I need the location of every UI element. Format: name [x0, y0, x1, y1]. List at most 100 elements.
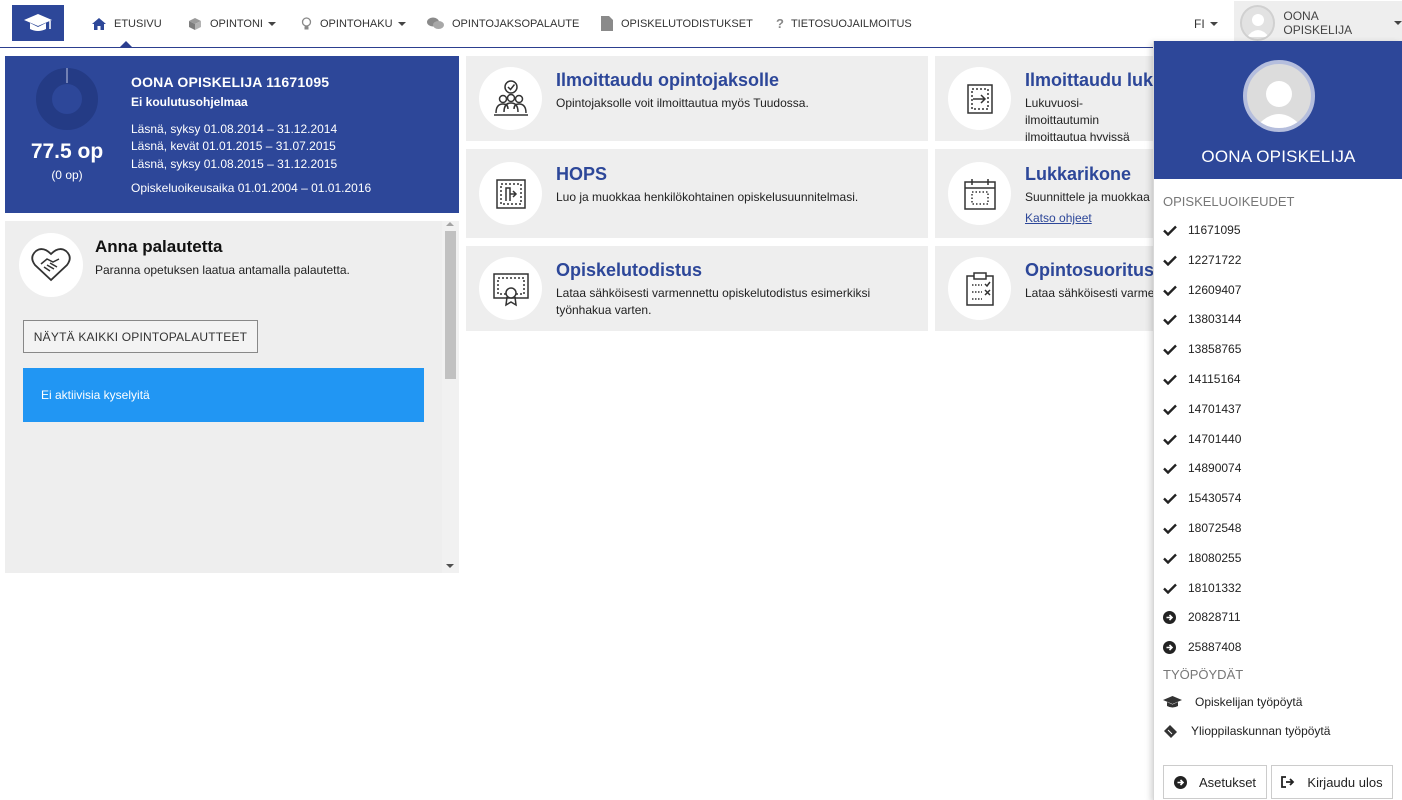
nav-opintohaku[interactable]: OPINTOHAKU — [301, 0, 406, 47]
home-icon — [92, 17, 106, 30]
language-label: FI — [1194, 16, 1205, 31]
tile-description: Lataa sähköisesti varmennettu opiskeluto… — [556, 286, 871, 317]
logout-button[interactable]: Kirjaudu ulos — [1271, 765, 1393, 799]
study-right-item[interactable]: 18101332 — [1163, 578, 1241, 598]
study-right-item[interactable]: 14115164 — [1163, 369, 1241, 389]
scrollbar[interactable] — [442, 221, 459, 573]
study-right-item[interactable]: 13858765 — [1163, 339, 1241, 359]
check-icon — [1163, 344, 1188, 355]
user-menu-toggle[interactable]: OONA OPISKELIJA — [1234, 1, 1402, 45]
study-right-id: 14701440 — [1188, 432, 1242, 446]
check-icon — [1163, 374, 1188, 385]
credits-total: 77.5 op — [30, 140, 104, 163]
study-right-item[interactable]: 14701440 — [1163, 429, 1241, 449]
study-right-id: 13803144 — [1188, 312, 1242, 326]
chevron-down-icon — [1209, 21, 1218, 26]
student-profile-card: 77.5 op (0 op) OONA OPISKELIJA 11671095 … — [5, 56, 459, 213]
study-right-id: 15430574 — [1188, 491, 1242, 505]
scroll-up-arrow[interactable] — [446, 222, 454, 226]
avatar — [1243, 60, 1315, 132]
box-icon — [188, 17, 202, 31]
tile-study-certificate[interactable]: Opiskelutodistus Lataa sähköisesti varme… — [466, 246, 928, 331]
nav-tietosuojailmoitus-label: TIETOSUOJAILMOITUS — [790, 17, 912, 30]
study-right-item[interactable]: 12609407 — [1163, 280, 1241, 300]
ticket-icon — [1163, 724, 1191, 739]
study-right-item[interactable]: 18072548 — [1163, 518, 1241, 538]
scroll-down-arrow[interactable] — [446, 564, 454, 568]
check-icon — [1163, 583, 1188, 594]
scrollbar-thumb[interactable] — [445, 231, 456, 379]
tile-course-enrollment[interactable]: Ilmoittaudu opintojaksolle Opintojaksoll… — [466, 56, 928, 141]
avatar — [1240, 5, 1276, 41]
study-right-id: 20828711 — [1188, 610, 1241, 624]
desktops-header: TYÖPÖYDÄT — [1163, 667, 1244, 682]
study-right-id: 12271722 — [1188, 253, 1242, 267]
nav-opintojaksopalaute[interactable]: OPINTOJAKSOPALAUTE — [427, 0, 579, 47]
graduation-cap-icon — [1163, 696, 1195, 708]
feedback-title: Anna palautetta — [95, 237, 223, 256]
study-right-item[interactable]: 13803144 — [1163, 309, 1241, 329]
check-icon — [1163, 463, 1188, 474]
check-icon — [1163, 314, 1188, 325]
study-right-item[interactable]: 12271722 — [1163, 250, 1241, 270]
study-right-item[interactable]: 14890074 — [1163, 458, 1241, 478]
check-icon — [1163, 255, 1188, 266]
study-right-period: Opiskeluoikeusaika 01.01.2004 – 01.01.20… — [131, 181, 372, 195]
desktop-student-link[interactable]: Opiskelijan työpöytä — [1163, 692, 1302, 712]
nav-etusivu-label: ETUSIVU — [114, 17, 162, 30]
arrow-circle-right-icon — [1163, 610, 1188, 624]
study-right-item[interactable]: 14701437 — [1163, 399, 1241, 419]
settings-button[interactable]: Asetukset — [1163, 765, 1267, 799]
certificate-icon — [479, 257, 542, 320]
nav-opiskelutodistukset[interactable]: OPISKELUTODISTUKSET — [601, 0, 753, 47]
language-selector[interactable]: FI — [1194, 0, 1218, 47]
dropdown-header: OONA OPISKELIJA — [1154, 41, 1402, 179]
study-right-id: 25887408 — [1188, 640, 1242, 654]
study-right-id: 18072548 — [1188, 521, 1242, 535]
desktop-label: Ylioppilaskunnan työpöytä — [1191, 724, 1331, 738]
study-right-id: 13858765 — [1188, 342, 1242, 356]
study-right-id: 11671095 — [1188, 223, 1241, 237]
show-all-feedback-button[interactable]: NÄYTÄ KAIKKI OPINTOPALAUTTEET — [23, 320, 258, 353]
help-link[interactable]: Katso ohjeet — [1025, 211, 1092, 225]
credits-sub: (0 op) — [51, 168, 83, 182]
logout-label: Kirjaudu ulos — [1307, 774, 1383, 790]
group-check-icon — [479, 67, 542, 130]
check-icon — [1163, 225, 1188, 236]
study-right-id: 12609407 — [1188, 283, 1242, 297]
plan-icon — [479, 162, 542, 225]
nav-opintohaku-label: OPINTOHAKU — [320, 17, 393, 30]
nav-opintoni-label: OPINTONI — [210, 17, 263, 30]
study-rights-header: OPISKELUOIKEUDET — [1163, 194, 1295, 209]
tile-title: Opiskelutodistus — [556, 260, 703, 280]
check-icon — [1163, 434, 1188, 445]
tile-title: Ilmoittaudu luk — [1025, 70, 1153, 90]
desktop-label: Opiskelijan työpöytä — [1195, 695, 1303, 709]
study-right-item[interactable]: 18080255 — [1163, 548, 1241, 568]
study-right-id: 18080255 — [1188, 551, 1242, 565]
chevron-down-icon — [397, 21, 406, 26]
check-icon — [1163, 553, 1188, 564]
nav-opintoni[interactable]: OPINTONI — [188, 0, 276, 47]
study-right-item[interactable]: 11671095 — [1163, 220, 1241, 240]
tile-title: Lukkarikone — [1025, 164, 1132, 184]
logo[interactable] — [12, 5, 64, 41]
nav-opintojaksopalaute-label: OPINTOJAKSOPALAUTE — [452, 17, 580, 30]
study-right-item[interactable]: 20828711 — [1163, 607, 1241, 627]
tile-title: Opintosuoritus — [1025, 260, 1154, 280]
desktop-student-union-link[interactable]: Ylioppilaskunnan työpöytä — [1163, 721, 1330, 741]
check-icon — [1163, 523, 1188, 534]
graduation-cap-icon — [24, 14, 52, 31]
study-right-id: 18101332 — [1188, 581, 1242, 595]
study-right-item[interactable]: 15430574 — [1163, 488, 1241, 508]
nav-etusivu[interactable]: ETUSIVU — [92, 0, 162, 47]
tile-hops[interactable]: HOPS Luo ja muokkaa henkilökohtainen opi… — [466, 149, 928, 238]
student-name: OONA OPISKELIJA 11671095 — [131, 74, 330, 90]
feedback-subtitle: Paranna opetuksen laatua antamalla palau… — [95, 263, 350, 277]
study-right-item[interactable]: 25887408 — [1163, 637, 1241, 657]
nav-tietosuojailmoitus[interactable]: ? TIETOSUOJAILMOITUS — [776, 0, 912, 47]
study-right-id: 14890074 — [1188, 461, 1242, 475]
arrow-circle-right-icon — [1163, 640, 1188, 654]
clipboard-checklist-icon — [948, 257, 1011, 320]
term-line: Läsnä, syksy 01.08.2015 – 31.12.2015 — [131, 157, 338, 171]
